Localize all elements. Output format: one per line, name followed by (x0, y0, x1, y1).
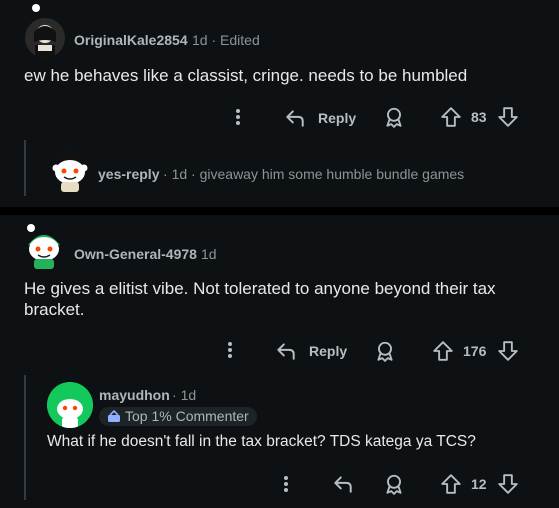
downvote-icon (498, 107, 518, 127)
comment-time: 1d (192, 32, 208, 48)
reply-time: 1d (171, 166, 188, 182)
thread-line (24, 140, 26, 196)
reply-avatar[interactable] (50, 150, 90, 192)
avatar[interactable] (25, 18, 65, 58)
reply-comment-text: What if he doesn't fall in the tax brack… (47, 433, 476, 450)
reply-arrow-icon (284, 107, 306, 129)
award-button[interactable] (383, 473, 405, 495)
upvote-button[interactable] (440, 106, 462, 128)
award-button[interactable] (383, 106, 405, 128)
reply-arrow-icon (334, 476, 352, 493)
upvote-icon (441, 474, 461, 494)
downvote-button[interactable] (497, 473, 519, 495)
comment-meta: 1d · Edited (192, 32, 260, 48)
badge-icon (107, 410, 121, 424)
comment-username[interactable]: OriginalKale2854 (74, 32, 188, 48)
reply-meta: · 1d (172, 387, 197, 403)
reply-button[interactable]: Reply (284, 107, 356, 129)
edited-label: Edited (220, 32, 260, 48)
more-options-icon[interactable] (276, 474, 296, 494)
award-button[interactable] (374, 340, 396, 362)
reply-arrow-icon (275, 340, 297, 362)
award-icon (377, 341, 393, 362)
comment-text: ew he behaves like a classist, cringe. n… (24, 66, 468, 85)
avatar-sparkle-icon (27, 224, 35, 232)
downvote-button[interactable] (497, 340, 519, 362)
upvote-button[interactable] (432, 340, 454, 362)
avatar-sparkle-icon (32, 4, 40, 12)
reply-label: Reply (309, 343, 348, 359)
thread-line (24, 375, 26, 500)
vote-count: 12 (471, 476, 487, 492)
reply-username[interactable]: yes-reply (98, 166, 159, 182)
comment-card: Own-General-4978 1d He gives a elitist v… (0, 215, 559, 508)
comment-username[interactable]: Own-General-4978 (74, 246, 197, 262)
reply-username[interactable]: mayudhon (99, 387, 170, 403)
reply-meta: · 1d · giveaway him some humble bundle g… (163, 166, 465, 182)
reply-label: Reply (318, 110, 357, 126)
more-options-icon[interactable] (220, 340, 240, 360)
upvote-icon (441, 107, 461, 127)
reply-button[interactable] (332, 473, 354, 495)
upvote-button[interactable] (440, 473, 462, 495)
award-icon (386, 474, 402, 495)
comment-text: He gives a elitist vibe. Not tolerated t… (24, 279, 496, 319)
vote-count: 176 (463, 343, 487, 359)
downvote-button[interactable] (497, 106, 519, 128)
reply-time: 1d (180, 387, 197, 403)
badge-label: Top 1% Commenter (125, 408, 249, 424)
reply-text: giveaway him some humble bundle games (199, 166, 465, 182)
more-options-icon[interactable] (228, 107, 248, 127)
comment-meta: 1d (201, 246, 217, 262)
reply-button[interactable]: Reply (275, 340, 347, 362)
downvote-icon (498, 341, 518, 361)
upvote-icon (433, 341, 453, 361)
vote-count: 83 (471, 109, 487, 125)
top-commenter-badge: Top 1% Commenter (99, 407, 257, 426)
comment-card: OriginalKale2854 1d · Edited ew he behav… (0, 0, 559, 207)
reply-avatar[interactable] (47, 382, 93, 428)
downvote-icon (498, 474, 518, 494)
comment-time: 1d (201, 246, 217, 262)
avatar[interactable] (24, 229, 64, 269)
award-icon (386, 107, 402, 128)
